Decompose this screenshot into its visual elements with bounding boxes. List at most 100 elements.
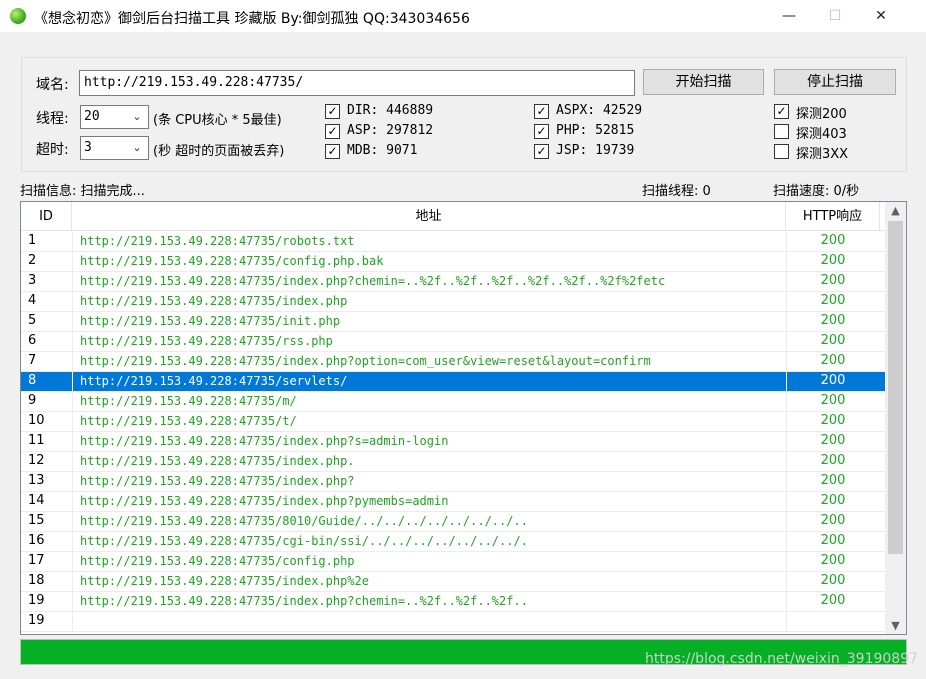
row-url: http://219.153.49.228:47735/cgi-bin/ssi/… xyxy=(80,534,528,548)
table-row[interactable]: 13 http://219.153.49.228:47735/index.php?… xyxy=(21,472,885,492)
column-header-http-code[interactable]: HTTP响应 xyxy=(786,202,880,231)
row-http-code: 200 xyxy=(820,393,846,408)
row-url: http://219.153.49.228:47735/index.php? xyxy=(80,474,355,488)
row-http-code: 200 xyxy=(820,253,846,268)
row-id: 11 xyxy=(28,433,45,448)
table-row[interactable]: 11 http://219.153.49.228:47735/index.php?… xyxy=(21,432,885,452)
row-id: 9 xyxy=(28,393,37,408)
table-row[interactable]: 7 http://219.153.49.228:47735/index.php?o… xyxy=(21,352,885,372)
row-url: http://219.153.49.228:47735/init.php xyxy=(80,314,341,328)
timeout-select[interactable]: 3 ⌄ xyxy=(80,136,149,160)
row-http-code: 200 xyxy=(820,533,846,548)
column-divider xyxy=(72,492,73,512)
table-row[interactable]: 6 http://219.153.49.228:47735/rss.php 200 xyxy=(21,332,885,352)
column-divider xyxy=(72,552,73,572)
row-url: http://219.153.49.228:47735/m/ xyxy=(80,394,297,408)
row-url: http://219.153.49.228:47735/config.php.b… xyxy=(80,254,384,268)
table-row[interactable]: 19 xyxy=(21,612,885,632)
row-http-code: 200 xyxy=(820,493,846,508)
column-header-url[interactable]: 地址 xyxy=(72,202,786,231)
table-row[interactable]: 12 http://219.153.49.228:47735/index.php.… xyxy=(21,452,885,472)
column-header-id[interactable]: ID xyxy=(21,202,72,231)
checkbox-box[interactable] xyxy=(774,144,789,159)
checkbox-box[interactable]: ✓ xyxy=(534,104,549,119)
row-http-code: 200 xyxy=(820,353,846,368)
maximize-button[interactable]: ☐ xyxy=(812,0,858,32)
results-list[interactable]: ID 地址 HTTP响应 1 http://219.153.49.228:4773… xyxy=(20,201,907,635)
row-http-code: 200 xyxy=(820,453,846,468)
row-id: 4 xyxy=(28,293,37,308)
checkbox-label: 探测3XX xyxy=(796,147,849,162)
table-row[interactable]: 16 http://219.153.49.228:47735/cgi-bin/ss… xyxy=(21,532,885,552)
column-divider xyxy=(72,252,73,272)
column-divider xyxy=(72,612,73,632)
row-id: 3 xyxy=(28,273,37,288)
client-area: 域名: http://219.153.49.228:47735/ 开始扫描 停止… xyxy=(0,32,926,679)
checkbox-label: DIR: 446889 xyxy=(347,103,434,118)
threads-label: 线程: xyxy=(36,111,69,127)
row-http-code: 200 xyxy=(820,473,846,488)
scan-info-status: 扫描信息: 扫描完成... xyxy=(20,184,145,199)
chevron-down-icon[interactable]: ⌄ xyxy=(128,107,146,127)
checkbox-box[interactable]: ✓ xyxy=(325,144,340,159)
table-row[interactable]: 1 http://219.153.49.228:47735/robots.txt 2… xyxy=(21,232,885,252)
row-url: http://219.153.49.228:47735/index.php?py… xyxy=(80,494,449,508)
start-scan-button[interactable]: 开始扫描 xyxy=(643,69,764,95)
column-divider xyxy=(72,592,73,612)
list-header: ID 地址 HTTP响应 xyxy=(21,202,885,231)
scan-threads-status: 扫描线程: 0 xyxy=(642,184,711,199)
table-row[interactable]: 4 http://219.153.49.228:47735/index.php 20… xyxy=(21,292,885,312)
table-row[interactable]: 19 http://219.153.49.228:47735/index.php?… xyxy=(21,592,885,612)
row-http-code: 200 xyxy=(820,573,846,588)
title-bar: 《想念初恋》御剑后台扫描工具 珍藏版 By:御剑孤独 QQ:343034656 … xyxy=(0,0,926,32)
timeout-label: 超时: xyxy=(36,142,69,158)
timeout-hint: (秒 超时的页面被丢弃) xyxy=(153,144,285,159)
row-url: http://219.153.49.228:47735/t/ xyxy=(80,414,297,428)
threads-select[interactable]: 20 ⌄ xyxy=(80,105,149,129)
close-button[interactable]: ✕ xyxy=(858,0,904,32)
stop-scan-button[interactable]: 停止扫描 xyxy=(774,69,896,95)
row-id: 6 xyxy=(28,333,37,348)
table-row[interactable]: 15 http://219.153.49.228:47735/8010/Guide… xyxy=(21,512,885,532)
threads-hint: (条 CPU核心 * 5最佳) xyxy=(153,113,282,128)
table-row[interactable]: 5 http://219.153.49.228:47735/init.php 200 xyxy=(21,312,885,332)
row-id: 13 xyxy=(28,473,45,488)
table-row[interactable]: 9 http://219.153.49.228:47735/m/200 xyxy=(21,392,885,412)
checkbox-box[interactable]: ✓ xyxy=(534,124,549,139)
row-id: 2 xyxy=(28,253,37,268)
timeout-value: 3 xyxy=(84,140,92,155)
checkbox-box[interactable]: ✓ xyxy=(325,104,340,119)
scroll-up-icon[interactable]: ▲ xyxy=(885,202,906,219)
table-row[interactable]: 14 http://219.153.49.228:47735/index.php?… xyxy=(21,492,885,512)
table-row[interactable]: 2 http://219.153.49.228:47735/config.php.… xyxy=(21,252,885,272)
row-id: 5 xyxy=(28,313,37,328)
checkbox-label: ASPX: 42529 xyxy=(556,103,643,118)
table-row[interactable]: 8 http://219.153.49.228:47735/servlets/20… xyxy=(21,372,885,392)
scroll-down-icon[interactable]: ▼ xyxy=(885,617,906,634)
scroll-thumb[interactable] xyxy=(888,221,903,554)
chevron-down-icon[interactable]: ⌄ xyxy=(128,138,146,158)
checkbox-box[interactable]: ✓ xyxy=(534,144,549,159)
vertical-scrollbar[interactable]: ▲ ▼ xyxy=(885,202,906,634)
checkbox-box[interactable]: ✓ xyxy=(325,124,340,139)
checkbox-box[interactable]: ✓ xyxy=(774,104,789,119)
table-row[interactable]: 10 http://219.153.49.228:47735/t/200 xyxy=(21,412,885,432)
domain-input[interactable]: http://219.153.49.228:47735/ xyxy=(79,70,635,96)
list-rows: 1 http://219.153.49.228:47735/robots.txt 2… xyxy=(21,232,885,632)
row-http-code: 200 xyxy=(820,293,846,308)
watermark: https://blog.csdn.net/weixin_39190897 xyxy=(645,651,919,667)
checkbox-box[interactable] xyxy=(774,124,789,139)
row-url: http://219.153.49.228:47735/index.php xyxy=(80,294,348,308)
column-divider xyxy=(72,292,73,312)
row-id: 16 xyxy=(28,533,45,548)
table-row[interactable]: 18 http://219.153.49.228:47735/index.php%… xyxy=(21,572,885,592)
row-url: http://219.153.49.228:47735/8010/Guide/.… xyxy=(80,514,528,528)
checkbox-label: PHP: 52815 xyxy=(556,123,635,138)
app-icon xyxy=(10,8,26,24)
minimize-button[interactable]: — xyxy=(766,0,812,32)
table-row[interactable]: 17 http://219.153.49.228:47735/config.php… xyxy=(21,552,885,572)
row-url: http://219.153.49.228:47735/rss.php xyxy=(80,334,333,348)
row-id: 14 xyxy=(28,493,45,508)
table-row[interactable]: 3 http://219.153.49.228:47735/index.php?c… xyxy=(21,272,885,292)
column-divider xyxy=(72,512,73,532)
